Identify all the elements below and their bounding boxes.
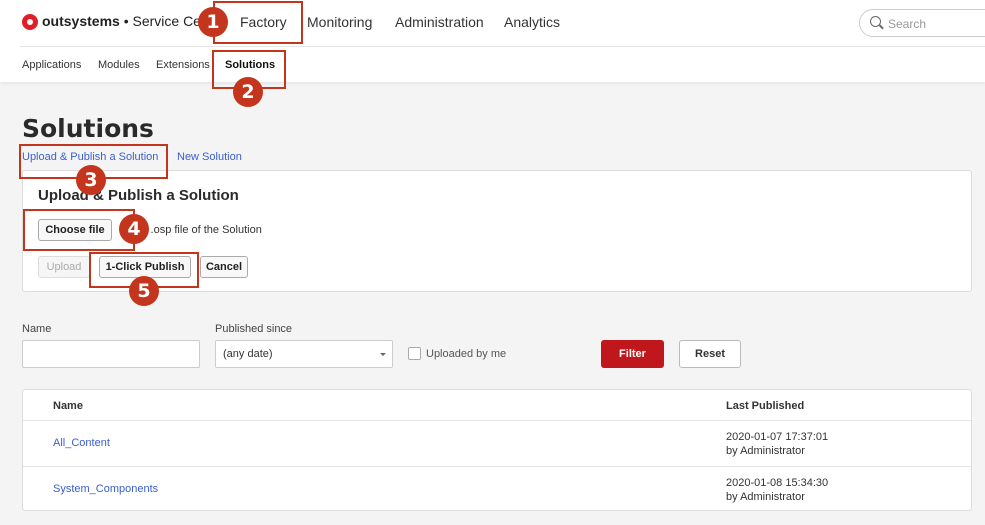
published-date: 2020-01-07 17:37:01 <box>726 431 829 443</box>
table-row: All_Content 2020-01-07 17:37:01 by Admin… <box>23 420 971 466</box>
nav-administration[interactable]: Administration <box>395 14 484 30</box>
annotation-marker-3: 3 <box>76 165 106 195</box>
nav-monitoring[interactable]: Monitoring <box>307 14 372 30</box>
published-by: by Administrator <box>726 491 805 503</box>
published-since-value: (any date) <box>223 348 273 360</box>
last-published-cell: 2020-01-07 17:37:01 by Administrator <box>726 430 828 458</box>
uploaded-by-me-label[interactable]: Uploaded by me <box>426 348 506 360</box>
cancel-button[interactable]: Cancel <box>200 256 248 278</box>
sub-nav: Applications Modules Extensions Solution… <box>0 47 985 82</box>
reset-button[interactable]: Reset <box>679 340 741 368</box>
last-published-cell: 2020-01-08 15:34:30 by Administrator <box>726 476 828 504</box>
search-placeholder: Search <box>888 17 927 31</box>
column-header-name[interactable]: Name <box>53 400 83 412</box>
search-icon <box>870 16 881 27</box>
new-solution-link[interactable]: New Solution <box>177 151 242 163</box>
published-by: by Administrator <box>726 445 805 457</box>
annotation-marker-5: 5 <box>129 276 159 306</box>
annotation-marker-1: 1 <box>198 7 228 37</box>
solution-link[interactable]: System_Components <box>53 483 158 495</box>
brand-name: outsystems <box>42 13 120 29</box>
upload-panel-title: Upload & Publish a Solution <box>38 187 239 204</box>
annotation-marker-4: 4 <box>119 214 149 244</box>
uploaded-by-me-checkbox[interactable] <box>408 347 421 360</box>
published-since-select[interactable]: (any date) <box>215 340 393 368</box>
table-row: System_Components 2020-01-08 15:34:30 by… <box>23 466 971 512</box>
solutions-table: Name Last Published All_Content 2020-01-… <box>22 389 972 511</box>
name-filter-input[interactable] <box>22 340 200 368</box>
nav-analytics[interactable]: Analytics <box>504 14 560 30</box>
annotation-marker-2: 2 <box>233 77 263 107</box>
subnav-applications[interactable]: Applications <box>22 59 81 71</box>
published-since-label: Published since <box>215 323 293 335</box>
logo-bg <box>0 0 20 47</box>
filter-button[interactable]: Filter <box>601 340 664 368</box>
search-input[interactable]: Search <box>859 9 985 37</box>
solution-link[interactable]: All_Content <box>53 437 110 449</box>
top-bar: outsystems • Service Center Factory Moni… <box>0 0 985 47</box>
name-filter-label: Name <box>22 323 52 335</box>
published-date: 2020-01-08 15:34:30 <box>726 477 829 489</box>
chevron-down-icon <box>380 353 386 356</box>
subnav-extensions[interactable]: Extensions <box>156 59 210 71</box>
column-header-last-published[interactable]: Last Published <box>726 400 804 412</box>
upload-button[interactable]: Upload <box>38 256 90 278</box>
outsystems-logo-icon <box>22 14 38 30</box>
page-title: Solutions <box>22 114 154 143</box>
subnav-modules[interactable]: Modules <box>98 59 140 71</box>
